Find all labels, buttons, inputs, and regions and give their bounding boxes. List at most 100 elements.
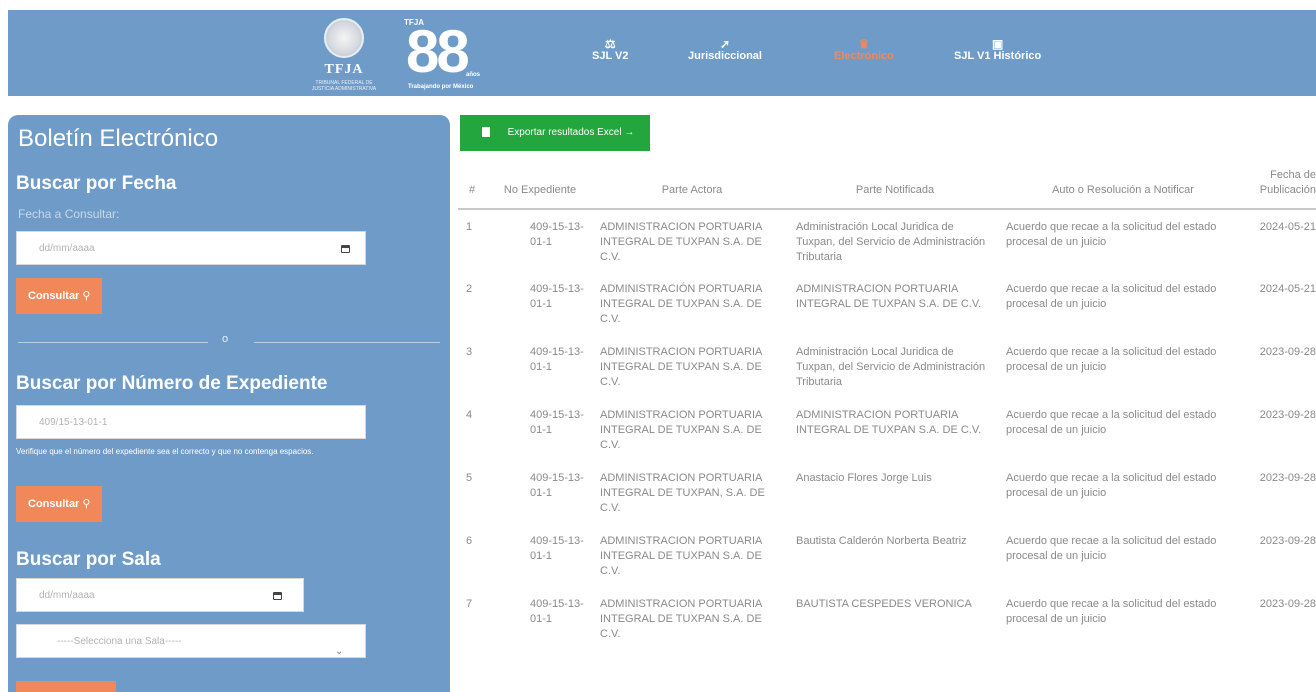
cell-number: 3: [466, 346, 473, 358]
search-by-date-heading: Buscar por Fecha: [16, 173, 177, 194]
cell-number: 2: [466, 283, 473, 295]
calendar-icon[interactable]: [341, 245, 350, 253]
tfja-logo-text: TFJA: [324, 62, 364, 77]
consultar-expediente-button[interactable]: Consultar ⚲: [16, 486, 103, 522]
cell-expediente: 409-15-13-01-1: [530, 535, 584, 562]
anniversary-number: 88: [406, 18, 470, 85]
consultar-sala-button[interactable]: [16, 681, 116, 692]
seal-icon: [324, 18, 364, 58]
expediente-input[interactable]: 409/15-13-01-1: [16, 405, 366, 439]
col-parte-actora[interactable]: Parte Actora: [594, 168, 790, 210]
tfja-logo-subtitle: TRIBUNAL FEDERAL DE JUSTICIA ADMINISTRAT…: [311, 80, 377, 92]
sala-date-input[interactable]: dd/mm/aaaa: [16, 578, 304, 612]
date-field-label: Fecha a Consultar:: [18, 207, 120, 221]
calendar-icon[interactable]: [273, 592, 282, 600]
search-by-expediente-heading: Buscar por Número de Expediente: [16, 373, 328, 394]
nav-sjl-v2[interactable]: ⚖ SJL V2: [592, 38, 629, 62]
divider-left: [18, 342, 208, 343]
cell-fecha: 2023-09-28: [1259, 346, 1316, 358]
cell-parte-notificada: Administración Local Juridica de Tuxpan,…: [796, 221, 986, 263]
nav-sjl-v1-historico[interactable]: ▣ SJL V1 Histórico: [954, 38, 1041, 62]
anniversary-years: años: [466, 72, 481, 78]
sala-select[interactable]: -----Selecciona una Sala----- ⌄: [16, 624, 366, 658]
nav-label: SJL V1 Histórico: [954, 50, 1042, 62]
tfja-logo[interactable]: TFJA TRIBUNAL FEDERAL DE JUSTICIA ADMINI…: [306, 18, 382, 92]
consultar-date-button[interactable]: Consultar ⚲: [16, 278, 103, 314]
button-label: Consultar: [28, 290, 80, 302]
results-table: # No Expediente Parte Actora Parte Notif…: [458, 168, 1316, 650]
nav-jurisdiccional[interactable]: ➚ Jurisdiccional: [688, 38, 762, 62]
scales-icon: ⚖: [604, 37, 616, 51]
cell-parte-notificada: Anastacio Flores Jorge Luis: [796, 472, 932, 484]
cell-fecha: 2024-05-21: [1259, 221, 1316, 233]
top-header: TFJA TRIBUNAL FEDERAL DE JUSTICIA ADMINI…: [8, 10, 1316, 96]
table-header-row: # No Expediente Parte Actora Parte Notif…: [458, 168, 1316, 210]
cell-fecha: 2024-05-21: [1259, 283, 1316, 295]
col-auto-resolucion[interactable]: Auto o Resolución a Notificar: [1000, 168, 1246, 210]
nav-label: Electrónico: [834, 50, 894, 62]
electronic-icon: ♛: [858, 37, 870, 51]
anniversary-logo: TFJA 88 años Trabajando por México: [400, 14, 480, 94]
cell-expediente: 409-15-13-01-1: [530, 472, 584, 499]
table-row: 4 409-15-13-01-1 ADMINISTRACION PORTUARI…: [458, 398, 1316, 461]
cell-auto: Acuerdo que recae a la solicitud del est…: [1006, 409, 1217, 436]
arrow-right-icon: →: [624, 127, 635, 138]
table-row: 3 409-15-13-01-1 ADMINISTRACION PORTUARI…: [458, 335, 1316, 398]
nav-label: Jurisdiccional: [688, 50, 762, 62]
divider-or-text: o: [222, 333, 229, 345]
cell-parte-actora: ADMINISTRACION PORTUARIA INTEGRAL DE TUX…: [600, 598, 762, 640]
cell-parte-actora: ADMINISTRACION PORTUARIA INTEGRAL DE TUX…: [600, 535, 762, 577]
expediente-value: 409/15-13-01-1: [39, 417, 108, 428]
file-icon: [482, 127, 490, 137]
divider-right: [254, 342, 440, 343]
cell-parte-actora: ADMINISTRACION PORTUARIA INTEGRAL DE TUX…: [600, 409, 762, 451]
nav-label: SJL V2: [592, 50, 629, 62]
cell-number: 7: [466, 598, 473, 610]
cell-fecha: 2023-09-28: [1259, 598, 1316, 610]
gavel-icon: ➚: [719, 37, 731, 51]
table-row: 7 409-15-13-01-1 ADMINISTRACION PORTUARI…: [458, 587, 1316, 650]
search-sidebar: Boletín Electrónico Buscar por Fecha Fec…: [8, 115, 450, 692]
anniversary-tagline: Trabajando por México: [408, 84, 474, 90]
cell-auto: Acuerdo que recae a la solicitud del est…: [1006, 346, 1217, 373]
col-number[interactable]: #: [458, 168, 486, 210]
cell-fecha: 2023-09-28: [1259, 409, 1316, 421]
cell-parte-notificada: ADMINISTRACION PORTUARIA INTEGRAL DE TUX…: [796, 283, 982, 310]
cell-parte-notificada: Administración Local Juridica de Tuxpan,…: [796, 346, 986, 388]
search-icon: ⚲: [82, 498, 91, 510]
sala-date-placeholder: dd/mm/aaaa: [39, 590, 95, 601]
nav-electronico[interactable]: ♛ Electrónico: [834, 38, 894, 62]
cell-expediente: 409-15-13-01-1: [530, 346, 584, 373]
search-icon: ⚲: [82, 290, 91, 302]
cell-parte-actora: ADMINISTRACIÓN PORTUARIA INTEGRAL DE TUX…: [600, 283, 762, 325]
cell-number: 6: [466, 535, 473, 547]
expediente-note: Verifique que el número del expediente s…: [16, 447, 314, 456]
cell-auto: Acuerdo que recae a la solicitud del est…: [1006, 598, 1217, 625]
cell-auto: Acuerdo que recae a la solicitud del est…: [1006, 283, 1217, 310]
col-expediente[interactable]: No Expediente: [486, 168, 594, 210]
date-placeholder: dd/mm/aaaa: [39, 243, 95, 254]
col-parte-notificada[interactable]: Parte Notificada: [790, 168, 1000, 210]
cell-expediente: 409-15-13-01-1: [530, 283, 584, 310]
cell-auto: Acuerdo que recae a la solicitud del est…: [1006, 472, 1217, 499]
table-row: 6 409-15-13-01-1 ADMINISTRACION PORTUARI…: [458, 524, 1316, 587]
cell-auto: Acuerdo que recae a la solicitud del est…: [1006, 535, 1217, 562]
col-fecha-publicacion[interactable]: Fecha de Publicación: [1246, 168, 1316, 210]
cell-number: 1: [466, 221, 473, 233]
cell-parte-actora: ADMINISTRACION PORTUARIA INTEGRAL DE TUX…: [600, 472, 765, 514]
table-row: 2 409-15-13-01-1 ADMINISTRACIÓN PORTUARI…: [458, 272, 1316, 335]
cell-parte-actora: ADMINISTRACION PORTUARIA INTEGRAL DE TUX…: [600, 221, 762, 263]
cell-expediente: 409-15-13-01-1: [530, 409, 584, 436]
cell-parte-notificada: Bautista Calderón Norberta Beatriz: [796, 535, 967, 547]
button-label: Consultar: [28, 498, 80, 510]
table-body: 1 409-15-13-01-1 ADMINISTRACION PORTUARI…: [458, 209, 1316, 650]
cell-number: 4: [466, 409, 473, 421]
cell-expediente: 409-15-13-01-1: [530, 598, 584, 625]
archive-icon: ▣: [991, 37, 1004, 51]
date-input[interactable]: dd/mm/aaaa: [16, 231, 366, 265]
cell-parte-actora: ADMINISTRACION PORTUARIA INTEGRAL DE TUX…: [600, 346, 762, 388]
export-excel-button[interactable]: Exportar resultados Excel →: [460, 115, 650, 151]
chevron-down-icon: ⌄: [335, 646, 344, 657]
export-label: Exportar resultados Excel: [507, 127, 622, 138]
cell-expediente: 409-15-13-01-1: [530, 221, 584, 248]
